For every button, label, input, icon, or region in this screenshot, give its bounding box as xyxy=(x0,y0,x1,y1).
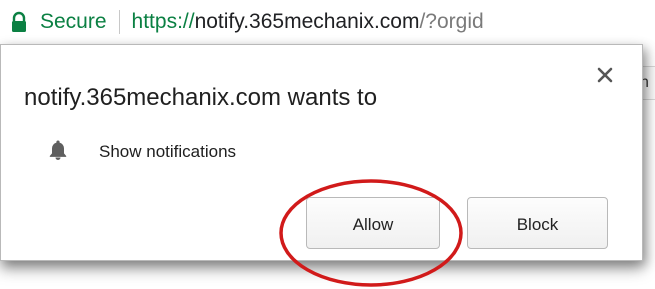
close-icon[interactable] xyxy=(595,65,615,85)
address-bar[interactable]: Secure https://notify.365mechanix.com/?o… xyxy=(0,0,655,44)
secure-label[interactable]: Secure xyxy=(40,10,107,34)
url-path[interactable]: /?orgid xyxy=(419,10,483,34)
allow-button[interactable]: Allow xyxy=(306,197,440,249)
block-button[interactable]: Block xyxy=(467,197,608,249)
popup-title: notify.365mechanix.com wants to xyxy=(24,84,378,111)
lock-icon xyxy=(12,11,26,32)
bell-icon xyxy=(49,140,67,160)
permission-label: Show notifications xyxy=(99,142,237,161)
address-divider xyxy=(118,10,120,34)
url-scheme[interactable]: https:// xyxy=(132,10,195,34)
notification-permission-popup: notify.365mechanix.com wants to Show not… xyxy=(0,44,643,261)
url-host[interactable]: notify.365mechanix.com xyxy=(195,10,420,34)
